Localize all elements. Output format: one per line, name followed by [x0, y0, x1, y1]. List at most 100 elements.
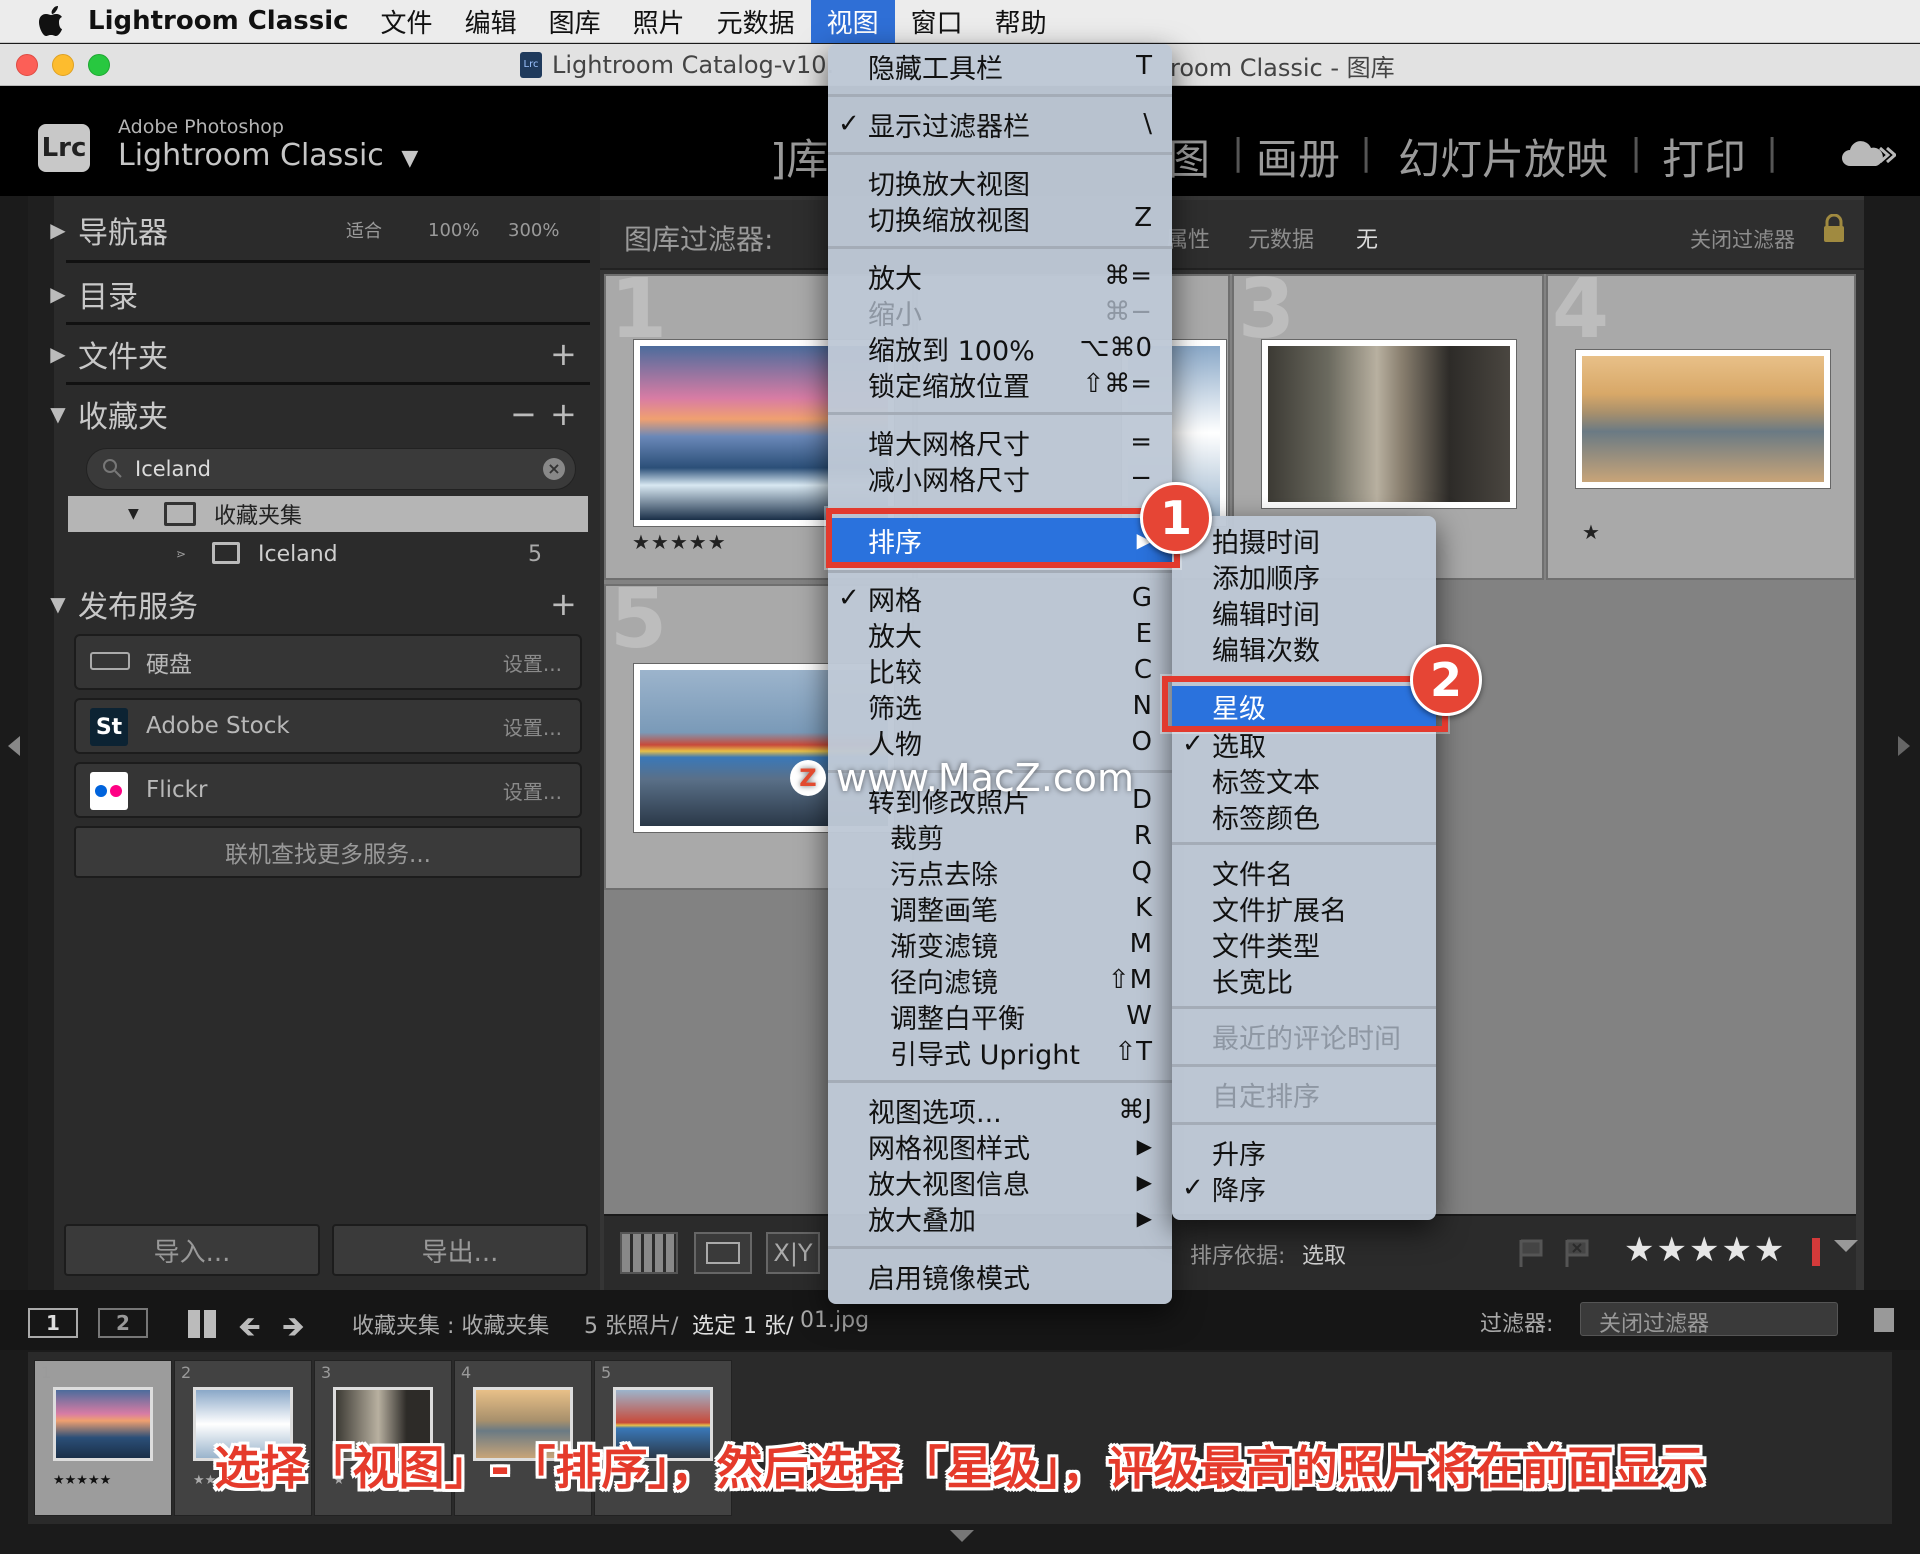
- flag-icon[interactable]: [1518, 1238, 1546, 1268]
- menu-item-adjustment-brush[interactable]: 调整画笔 K: [828, 890, 1172, 927]
- menu-item-mirror-mode[interactable]: 启用镜像模式: [828, 1258, 1172, 1295]
- star-rating-toolbar[interactable]: ★★★★★: [1624, 1230, 1786, 1270]
- filter-metadata[interactable]: 元数据: [1248, 222, 1314, 254]
- collections-panel-header[interactable]: ▼ 收藏夹 − +: [38, 388, 590, 440]
- sort-label-color[interactable]: 标签颜色: [1172, 798, 1436, 835]
- menu-help[interactable]: 帮助: [979, 0, 1063, 43]
- catalog-panel-header[interactable]: ▶ 目录: [38, 268, 590, 320]
- sort-edit-time[interactable]: 编辑时间: [1172, 594, 1436, 631]
- module-book[interactable]: 画册: [1256, 126, 1340, 187]
- brand-dropdown-arrow[interactable]: ▼: [401, 146, 418, 171]
- menu-item-loupe[interactable]: 放大 E: [828, 616, 1172, 653]
- navigator-panel-header[interactable]: ▶ 导航器 适合 100% 300%: [38, 204, 590, 256]
- grid-cell[interactable]: 4 ★: [1546, 262, 1856, 580]
- source-path[interactable]: 收藏夹集 : 收藏夹集: [352, 1308, 549, 1340]
- sort-file-extension[interactable]: 文件扩展名: [1172, 890, 1436, 927]
- back-arrow-icon[interactable]: 🡸: [238, 1306, 261, 1354]
- zoom-fit[interactable]: 适合: [346, 217, 382, 243]
- menu-app-name[interactable]: Lightroom Classic: [74, 0, 365, 43]
- filter-dropdown[interactable]: 关闭过滤器: [1580, 1302, 1838, 1337]
- menu-item-people[interactable]: 人物 O: [828, 724, 1172, 761]
- collection-row[interactable]: ⋗ Iceland 5: [68, 536, 588, 572]
- brand-title[interactable]: Lightroom Classic ▼: [118, 138, 418, 173]
- forward-arrow-icon[interactable]: 🡺: [282, 1306, 305, 1354]
- sort-label-text[interactable]: 标签文本: [1172, 762, 1436, 799]
- menu-item-guided-upright[interactable]: 引导式 Upright ⇧T: [828, 1034, 1172, 1071]
- menu-item-lock-zoom[interactable]: 锁定缩放位置 ⇧⌘=: [828, 366, 1172, 403]
- loupe-view-icon[interactable]: [694, 1232, 752, 1274]
- menu-item-grid[interactable]: ✓ 网格 G: [828, 580, 1172, 617]
- module-map[interactable]: 图: [1168, 126, 1210, 187]
- grid-view-icon[interactable]: [620, 1232, 678, 1274]
- filter-lock-switch[interactable]: [1874, 1308, 1894, 1332]
- add-folder-icon[interactable]: +: [550, 335, 577, 373]
- remove-collection-icon[interactable]: −: [510, 395, 537, 433]
- menu-file[interactable]: 文件: [365, 0, 449, 43]
- sort-added-order[interactable]: 添加顺序: [1172, 558, 1436, 595]
- menu-item-toggle-loupe[interactable]: 切换放大视图: [828, 164, 1172, 201]
- sort-capture-time[interactable]: 拍摄时间: [1172, 522, 1436, 559]
- add-collection-icon[interactable]: +: [550, 395, 577, 433]
- publish-flickr[interactable]: Flickr 设置...: [74, 762, 582, 818]
- menu-item-radial-filter[interactable]: 径向滤镜 ⇧M: [828, 962, 1172, 999]
- sort-recent-comment[interactable]: 最近的评论时间: [1172, 1018, 1436, 1055]
- sort-edit-count[interactable]: 编辑次数: [1172, 630, 1436, 667]
- menu-item-graduated-filter[interactable]: 渐变滤镜 M: [828, 926, 1172, 963]
- menu-item-decrease-grid[interactable]: 减小网格尺寸 −: [828, 460, 1172, 497]
- close-window-button[interactable]: [16, 54, 38, 76]
- photo-thumbnail[interactable]: [1262, 340, 1516, 508]
- menu-item-survey[interactable]: 筛选 N: [828, 688, 1172, 725]
- module-library[interactable]: ]库: [770, 126, 828, 187]
- sort-aspect-ratio[interactable]: 长宽比: [1172, 962, 1436, 999]
- left-collapse-arrow-icon[interactable]: [8, 736, 20, 756]
- zoom-100[interactable]: 100%: [428, 220, 479, 241]
- sort-direction-icon[interactable]: [1264, 1238, 1280, 1268]
- menu-item-view-options[interactable]: 视图选项... ⌘J: [828, 1092, 1172, 1129]
- menu-item-compare[interactable]: 比较 C: [828, 652, 1172, 689]
- export-button[interactable]: 导出...: [332, 1224, 588, 1276]
- toolbar-menu-arrow-icon[interactable]: [1834, 1240, 1858, 1252]
- menu-item-zoom-in[interactable]: 放大 ⌘=: [828, 258, 1172, 295]
- publish-panel-header[interactable]: ▼ 发布服务 +: [38, 578, 590, 630]
- star-rating[interactable]: ★★★★★: [632, 530, 727, 554]
- menu-item-zoom-100[interactable]: 缩放到 100% ⌥⌘0: [828, 330, 1172, 367]
- sort-ascending[interactable]: 升序: [1172, 1134, 1436, 1171]
- menu-item-crop[interactable]: 裁剪 R: [828, 818, 1172, 855]
- service-settings-link[interactable]: 设置...: [503, 712, 562, 741]
- sort-descending[interactable]: ✓ 降序: [1172, 1170, 1436, 1207]
- clear-search-icon[interactable]: ×: [543, 458, 565, 480]
- menu-item-spot-removal[interactable]: 污点去除 Q: [828, 854, 1172, 891]
- menu-item-loupe-info[interactable]: 放大视图信息 ▶: [828, 1164, 1172, 1201]
- menu-item-toggle-zoom[interactable]: 切换缩放视图 Z: [828, 200, 1172, 237]
- service-settings-link[interactable]: 设置...: [503, 776, 562, 805]
- menu-item-white-balance[interactable]: 调整白平衡 W: [828, 998, 1172, 1035]
- zoom-window-button[interactable]: [88, 54, 110, 76]
- screen-1-button[interactable]: 1: [28, 1308, 78, 1338]
- zoom-300[interactable]: 300%: [508, 220, 559, 241]
- collection-search-input[interactable]: Iceland ×: [86, 448, 576, 490]
- grid-icon[interactable]: [188, 1310, 216, 1338]
- module-print[interactable]: 打印: [1662, 126, 1746, 187]
- compare-view-icon[interactable]: X|Y: [766, 1232, 820, 1274]
- service-settings-link[interactable]: 设置...: [503, 648, 562, 677]
- menu-item-increase-grid[interactable]: 增大网格尺寸 =: [828, 424, 1172, 461]
- menu-item-loupe-overlay[interactable]: 放大叠加 ▶: [828, 1200, 1172, 1237]
- minimize-window-button[interactable]: [52, 54, 74, 76]
- publish-adobe-stock[interactable]: St Adobe Stock 设置...: [74, 698, 582, 754]
- menu-item-show-filter-bar[interactable]: ✓ 显示过滤器栏 \: [828, 106, 1172, 143]
- reject-flag-icon[interactable]: [1564, 1238, 1592, 1268]
- menu-window[interactable]: 窗口: [895, 0, 979, 43]
- collection-set-row[interactable]: ▼ 收藏夹集: [68, 496, 588, 532]
- folders-panel-header[interactable]: ▶ 文件夹 +: [38, 328, 590, 380]
- filter-preset-dropdown[interactable]: 关闭过滤器: [1690, 224, 1795, 254]
- sort-file-name[interactable]: 文件名: [1172, 854, 1436, 891]
- right-collapse-arrow-icon[interactable]: [1898, 736, 1910, 756]
- filter-attribute[interactable]: 属性: [1166, 222, 1210, 254]
- menu-view[interactable]: 视图: [810, 0, 895, 43]
- menu-edit[interactable]: 编辑: [449, 0, 533, 43]
- lock-icon[interactable]: [1822, 213, 1846, 244]
- sort-dropdown[interactable]: 选取: [1302, 1238, 1346, 1270]
- import-button[interactable]: 导入...: [64, 1224, 320, 1276]
- cloud-sync-icon[interactable]: [1840, 140, 1898, 174]
- menu-item-zoom-out[interactable]: 缩小 ⌘−: [828, 294, 1172, 331]
